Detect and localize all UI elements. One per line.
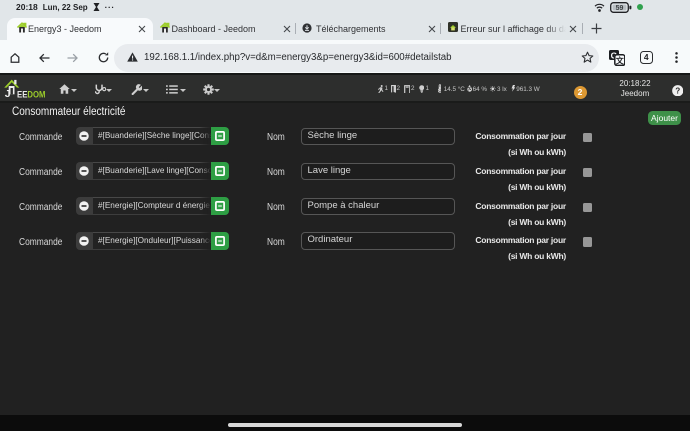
svg-text:文: 文 <box>615 55 624 65</box>
svg-text:DOM: DOM <box>27 90 45 100</box>
svg-text:?: ? <box>675 86 680 95</box>
svg-text:EE: EE <box>17 90 27 100</box>
svg-text:J: J <box>5 88 11 99</box>
svg-text:59: 59 <box>615 5 623 12</box>
